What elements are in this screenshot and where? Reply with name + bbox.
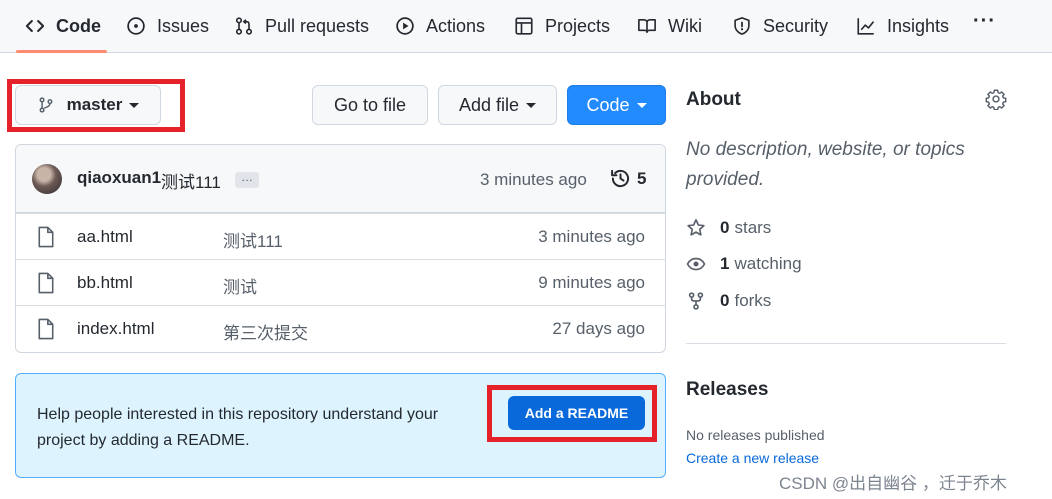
tab-label: Insights xyxy=(887,15,950,36)
more-tabs-button[interactable]: ··· xyxy=(973,10,996,33)
file-commit-time: 3 minutes ago xyxy=(538,227,645,246)
no-releases-text: No releases published xyxy=(686,427,825,443)
stars-count: 0 xyxy=(720,218,730,237)
create-release-link[interactable]: Create a new release xyxy=(686,450,819,466)
tab-label: Actions xyxy=(426,15,486,36)
file-commit-message[interactable]: 第三次提交 xyxy=(223,319,308,344)
stars-link[interactable]: 0 stars xyxy=(686,218,771,238)
highlight-box xyxy=(487,385,657,442)
file-list: qiaoxuan1 测试111 … 3 minutes ago 5 aa.htm… xyxy=(15,144,666,353)
about-heading: About xyxy=(686,89,741,110)
avatar[interactable] xyxy=(32,164,62,194)
file-row[interactable]: bb.html 测试 9 minutes ago xyxy=(16,259,665,305)
tab-label: Issues xyxy=(157,15,210,36)
code-button-label: Code xyxy=(586,94,630,115)
book-icon xyxy=(636,15,658,37)
sidebar-divider xyxy=(686,343,1006,344)
tab-label: Pull requests xyxy=(265,15,370,36)
tab-insights[interactable]: Insights xyxy=(855,0,949,52)
file-commit-message[interactable]: 测试 xyxy=(223,273,257,298)
go-to-file-button[interactable]: Go to file xyxy=(312,85,428,125)
commit-message[interactable]: 测试111 xyxy=(161,168,221,193)
releases-heading[interactable]: Releases xyxy=(686,379,768,401)
about-description: No description, website, or topics provi… xyxy=(686,139,965,190)
expand-commit-button[interactable]: … xyxy=(235,171,259,188)
gear-icon[interactable] xyxy=(985,88,1007,110)
history-icon xyxy=(611,169,630,188)
commit-count: 5 xyxy=(637,168,647,188)
eye-icon xyxy=(686,257,706,271)
file-icon xyxy=(38,318,54,340)
chevron-down-icon xyxy=(636,102,647,108)
selected-tab-underline xyxy=(16,50,107,53)
highlight-box xyxy=(7,79,185,132)
file-icon xyxy=(38,226,54,248)
file-row[interactable]: index.html 第三次提交 27 days ago xyxy=(16,305,665,351)
tab-actions[interactable]: Actions xyxy=(394,0,485,52)
commit-history-link[interactable]: 5 xyxy=(610,168,646,189)
file-commit-time: 27 days ago xyxy=(552,319,645,338)
tab-label: Security xyxy=(763,15,829,36)
file-icon xyxy=(38,272,54,294)
watching-label: watching xyxy=(734,254,802,273)
add-file-button[interactable]: Add file xyxy=(438,85,557,125)
file-name[interactable]: bb.html xyxy=(77,273,133,293)
forks-count: 0 xyxy=(720,291,730,310)
graph-icon xyxy=(855,15,877,37)
repo-forked-icon xyxy=(688,292,704,310)
commit-author[interactable]: qiaoxuan1 xyxy=(77,168,161,188)
tab-label: Code xyxy=(56,15,101,36)
chevron-down-icon xyxy=(526,102,537,108)
star-icon xyxy=(687,219,705,236)
tab-projects[interactable]: Projects xyxy=(513,0,610,52)
stars-label: stars xyxy=(734,218,772,237)
file-name[interactable]: index.html xyxy=(77,319,154,339)
tab-security[interactable]: Security xyxy=(731,0,828,52)
tab-label: Projects xyxy=(545,15,611,36)
code-dropdown-button[interactable]: Code xyxy=(567,85,666,125)
watching-link[interactable]: 1 watching xyxy=(686,254,802,274)
tab-wiki[interactable]: Wiki xyxy=(636,0,702,52)
shield-icon xyxy=(731,15,753,37)
watermark: CSDN @出自幽谷 ，迁于乔木 xyxy=(779,474,1007,493)
file-row[interactable]: aa.html 测试111 3 minutes ago xyxy=(16,213,665,259)
table-icon xyxy=(513,15,535,37)
add-file-label: Add file xyxy=(458,94,520,115)
issue-opened-icon xyxy=(125,15,147,37)
git-pull-request-icon xyxy=(233,15,255,37)
commit-time: 3 minutes ago xyxy=(480,170,587,189)
readme-prompt-text: Help people interested in this repositor… xyxy=(37,406,439,449)
latest-commit: qiaoxuan1 测试111 … 3 minutes ago 5 xyxy=(16,145,665,213)
watching-count: 1 xyxy=(720,254,730,273)
file-name[interactable]: aa.html xyxy=(77,227,133,247)
tab-pull-requests[interactable]: Pull requests xyxy=(233,0,369,52)
file-commit-message[interactable]: 测试111 xyxy=(223,227,283,252)
tab-label: Wiki xyxy=(668,15,702,36)
repo-nav: Code Issues Pull requests Actions Projec… xyxy=(0,0,1052,53)
play-icon xyxy=(394,15,416,37)
tab-issues[interactable]: Issues xyxy=(125,0,209,52)
forks-label: forks xyxy=(734,291,772,310)
code-icon xyxy=(24,15,46,37)
tab-code[interactable]: Code xyxy=(24,0,101,52)
file-commit-time: 9 minutes ago xyxy=(538,273,645,292)
forks-link[interactable]: 0 forks xyxy=(686,291,771,311)
